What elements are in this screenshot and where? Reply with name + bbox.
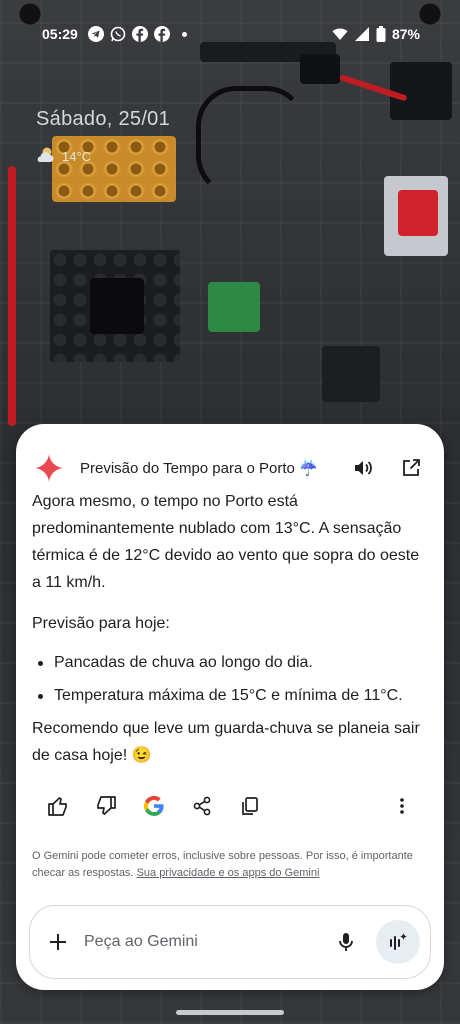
response-body: Agora mesmo, o tempo no Porto está predo… xyxy=(32,488,426,769)
more-options-button[interactable] xyxy=(386,790,418,822)
status-bar: 05:29 87% xyxy=(0,22,460,46)
thumbs-up-button[interactable] xyxy=(42,790,74,822)
response-paragraph: Agora mesmo, o tempo no Porto está predo… xyxy=(32,493,420,591)
response-actions xyxy=(42,790,418,822)
wallpaper-connector xyxy=(300,54,340,84)
thumbs-down-button[interactable] xyxy=(90,790,122,822)
thumbs-up-icon xyxy=(48,797,67,816)
voice-input-button[interactable] xyxy=(330,926,362,958)
gesture-nav-handle[interactable] xyxy=(176,1010,284,1015)
open-external-icon xyxy=(403,459,420,476)
facebook-icon xyxy=(153,26,170,42)
gemini-live-button[interactable] xyxy=(376,920,420,964)
wallpaper-black-wire xyxy=(196,86,306,196)
thumbs-down-icon xyxy=(97,796,116,815)
gemini-response-card: Previsão do Tempo para o Porto ☔ Agora m… xyxy=(16,424,444,990)
whatsapp-icon xyxy=(110,26,126,42)
live-waveform-icon xyxy=(390,933,407,950)
facebook-icon xyxy=(131,26,148,42)
prompt-composer xyxy=(29,905,431,979)
battery-icon xyxy=(376,26,386,42)
add-attachment-button[interactable] xyxy=(44,928,72,956)
google-search-button[interactable] xyxy=(138,790,170,822)
recommendation-text: Recomendo que leve um guarda-chuva se pl… xyxy=(32,720,420,764)
partly-cloudy-icon xyxy=(34,146,56,167)
share-icon xyxy=(193,796,211,816)
weather-widget[interactable]: 14°C xyxy=(34,146,91,167)
copy-button[interactable] xyxy=(234,790,266,822)
status-time: 05:29 xyxy=(42,26,78,42)
card-title: Previsão do Tempo para o Porto ☔ xyxy=(80,460,318,477)
wallpaper-socket xyxy=(390,62,452,120)
microphone-icon xyxy=(339,933,353,951)
copy-icon xyxy=(242,797,258,815)
prompt-input[interactable] xyxy=(84,933,330,951)
privacy-link[interactable]: Sua privacidade e os apps do Gemini xyxy=(137,867,320,879)
list-item: Pancadas de chuva ao longo do dia. xyxy=(32,649,426,676)
battery-percentage: 87% xyxy=(391,26,420,42)
gemini-spark-icon xyxy=(35,454,63,482)
more-vert-icon xyxy=(400,798,404,814)
telegram-icon xyxy=(87,26,104,42)
wifi-icon xyxy=(332,26,348,42)
disclaimer: O Gemini pode cometer erros, inclusive s… xyxy=(32,848,422,882)
read-aloud-button[interactable] xyxy=(348,453,378,483)
date-widget[interactable]: Sábado, 25/01 xyxy=(36,108,170,131)
forecast-list: Pancadas de chuva ao longo do dia. Tempe… xyxy=(32,649,426,709)
forecast-heading: Previsão para hoje: xyxy=(32,615,170,632)
wallpaper-green-brick xyxy=(208,282,260,332)
wallpaper-red-brick xyxy=(398,190,438,236)
open-in-app-button[interactable] xyxy=(396,453,426,483)
notification-dot xyxy=(181,31,187,37)
wallpaper-chip xyxy=(90,278,144,334)
signal-icon xyxy=(354,26,370,42)
plus-icon xyxy=(50,934,66,950)
wallpaper-red-wire xyxy=(8,166,16,426)
speaker-icon xyxy=(355,461,372,475)
share-button[interactable] xyxy=(186,790,218,822)
google-icon xyxy=(143,795,164,816)
temperature-text: 14°C xyxy=(62,149,92,164)
wallpaper-display-brick xyxy=(322,346,380,402)
list-item: Temperatura máxima de 15°C e mínima de 1… xyxy=(32,682,426,709)
